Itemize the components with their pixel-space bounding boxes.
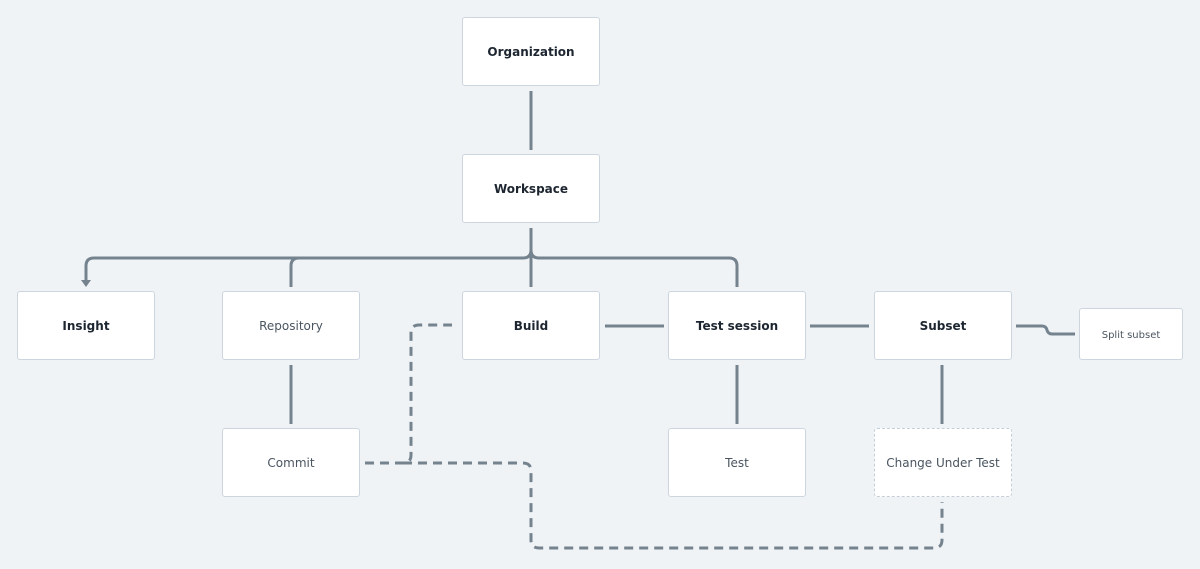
- node-insight-label: Insight: [62, 318, 110, 333]
- node-test[interactable]: Test: [668, 428, 806, 497]
- node-test-session-label: Test session: [695, 318, 779, 333]
- node-change-under-test-label: Change Under Test: [886, 455, 1000, 470]
- node-test-label: Test: [725, 455, 749, 470]
- edge-commit-build: [365, 323, 452, 465]
- edges-layer: [81, 91, 1075, 550]
- node-workspace[interactable]: Workspace: [462, 154, 600, 223]
- node-commit[interactable]: Commit: [222, 428, 360, 497]
- node-split-subset-label: Split subset: [1101, 329, 1161, 341]
- node-build[interactable]: Build: [462, 291, 600, 360]
- node-workspace-label: Workspace: [493, 181, 569, 196]
- node-split-subset[interactable]: Split subset: [1079, 308, 1183, 360]
- node-insight[interactable]: Insight: [17, 291, 155, 360]
- node-test-session[interactable]: Test session: [668, 291, 806, 360]
- node-organization-label: Organization: [487, 44, 575, 59]
- edge-workspace-repository: [289, 256, 300, 287]
- edge-workspace-insight: [84, 228, 533, 280]
- edge-subset-split-subset: [1016, 324, 1075, 336]
- edge-workspace-test-session: [529, 249, 739, 287]
- arrowhead-insight: [81, 280, 91, 287]
- node-commit-label: Commit: [267, 455, 315, 470]
- node-organization[interactable]: Organization: [462, 17, 600, 86]
- node-subset[interactable]: Subset: [874, 291, 1012, 360]
- node-build-label: Build: [513, 318, 549, 333]
- node-repository-label: Repository: [259, 318, 323, 333]
- node-subset-label: Subset: [919, 318, 967, 333]
- node-change-under-test[interactable]: Change Under Test: [874, 428, 1012, 497]
- node-repository[interactable]: Repository: [222, 291, 360, 360]
